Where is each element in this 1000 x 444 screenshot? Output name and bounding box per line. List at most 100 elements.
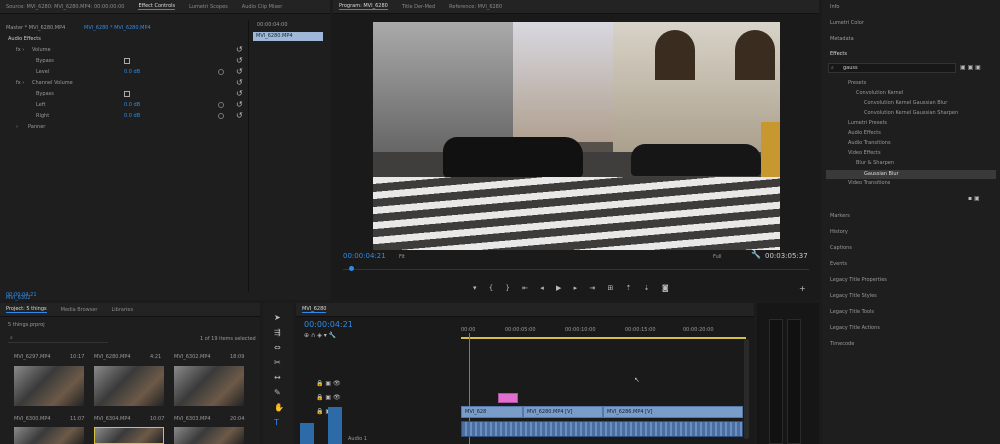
reset-icon[interactable]: ↺ xyxy=(236,100,243,110)
timecode-tab[interactable]: Timecode xyxy=(830,341,854,347)
item-name[interactable]: MVI_6304.MP4 xyxy=(94,416,131,422)
adjustment-clip[interactable] xyxy=(498,393,518,403)
track-target-a1[interactable] xyxy=(300,423,314,444)
quality-dropdown[interactable]: Full xyxy=(713,254,722,260)
metadata-tab[interactable]: Metadata xyxy=(830,36,854,42)
thumbnail[interactable] xyxy=(14,427,84,444)
timeline-tool-icons[interactable]: ⊕ ∩ ◈ ▾ 🔧 xyxy=(304,331,336,341)
hand-tool-icon[interactable]: ✋ xyxy=(274,403,284,413)
captions-tab[interactable]: Captions xyxy=(830,245,852,251)
mini-clip-bar[interactable]: MVI_6280.MP4 xyxy=(253,32,323,41)
ripple-edit-icon[interactable]: ⇔ xyxy=(274,343,281,353)
reset-icon[interactable]: ↺ xyxy=(236,56,243,66)
legacy-title-tools-tab[interactable]: Legacy Title Tools xyxy=(830,309,874,315)
effect-row[interactable]: Bypass ↺ xyxy=(0,56,330,66)
mark-out-icon[interactable]: } xyxy=(505,284,509,292)
sequence-clip-label[interactable]: MVI_6280 * MVI_6280.MP4 xyxy=(84,25,151,31)
type-tool-icon[interactable]: T xyxy=(274,418,279,428)
timeline-timecode[interactable]: 00:00:04:21 xyxy=(304,320,353,329)
step-back-icon[interactable]: ◂ xyxy=(540,284,544,292)
effect-row[interactable]: Level 0.0 dB ↺ xyxy=(0,67,330,77)
effects-search[interactable]: ⌕ gauss xyxy=(828,63,956,73)
thumbnail[interactable] xyxy=(94,366,164,406)
search-value[interactable]: gauss xyxy=(843,65,858,71)
effects-title[interactable]: Effects xyxy=(830,51,847,57)
effect-row[interactable]: Left 0.0 dB ↺ xyxy=(0,100,330,110)
video-clip[interactable]: MVI_6280.MP4 [V] xyxy=(523,406,603,418)
effect-row[interactable]: fx › Channel Volume ↺ xyxy=(0,78,330,88)
left-value[interactable]: 0.0 dB xyxy=(124,102,140,108)
legacy-title-styles-tab[interactable]: Legacy Title Styles xyxy=(830,293,877,299)
tab-reference[interactable]: Reference: MVI_6280 xyxy=(449,4,502,10)
effect-row[interactable]: › Panner xyxy=(0,122,330,132)
right-value[interactable]: 0.0 dB xyxy=(124,113,140,119)
thumbnail[interactable] xyxy=(14,366,84,406)
extract-icon[interactable]: ⇣ xyxy=(644,284,650,292)
tree-item-convolution-kernel[interactable]: Convolution Kernel xyxy=(856,90,903,96)
master-clip-label[interactable]: Master * MVI_6280.MP4 xyxy=(6,25,65,31)
effect-row[interactable]: Bypass ↺ xyxy=(0,89,330,99)
tree-item-video-transitions[interactable]: Video Transitions xyxy=(848,180,890,186)
program-video-frame[interactable] xyxy=(373,22,780,250)
tree-item-blur-sharpen[interactable]: Blur & Sharpen xyxy=(856,160,894,166)
reset-icon[interactable]: ↺ xyxy=(236,78,243,88)
add-button-icon[interactable]: + xyxy=(799,284,806,294)
audio-clip[interactable] xyxy=(461,421,743,437)
mark-in-icon[interactable]: { xyxy=(489,284,493,292)
tab-title[interactable]: Title Der-Med xyxy=(402,4,435,10)
item-name[interactable]: MVI_6303.MP4 xyxy=(174,416,211,422)
lift-icon[interactable]: ⇡ xyxy=(626,284,632,292)
selection-tool-icon[interactable]: ➤ xyxy=(274,313,281,323)
timeline-ruler[interactable]: 00:00 00:00:05:00 00:00:10:00 00:00:15:0… xyxy=(461,325,746,339)
info-panel-tab[interactable]: Info xyxy=(830,4,839,10)
goto-out-icon[interactable]: ⇥ xyxy=(589,284,595,292)
tree-item-audio-effects[interactable]: Audio Effects xyxy=(848,130,881,136)
export-frame-icon[interactable]: ◙ xyxy=(662,284,669,292)
item-name[interactable]: MVI_6280.MP4 xyxy=(94,354,131,360)
keyframe-toggle[interactable] xyxy=(218,102,224,108)
item-name[interactable]: MVI_6300.MP4 xyxy=(14,416,51,422)
thumbnail[interactable] xyxy=(94,427,164,444)
program-timecode[interactable]: 00:00:04:21 xyxy=(343,252,386,260)
wrench-icon[interactable]: 🔧 xyxy=(751,250,761,260)
keyframe-toggle[interactable] xyxy=(218,113,224,119)
tab-effect-controls[interactable]: Effect Controls xyxy=(138,3,176,10)
goto-in-icon[interactable]: ⇤ xyxy=(522,284,528,292)
legacy-title-actions-tab[interactable]: Legacy Title Actions xyxy=(830,325,880,331)
reset-icon[interactable]: ↺ xyxy=(236,89,243,99)
program-scrubber[interactable] xyxy=(343,266,809,271)
reset-icon[interactable]: ↺ xyxy=(236,45,243,55)
tree-item-lumetri-presets[interactable]: Lumetri Presets xyxy=(848,120,887,126)
pen-tool-icon[interactable]: ✎ xyxy=(274,388,281,398)
slip-tool-icon[interactable]: ↔ xyxy=(274,373,281,383)
track-select-icon[interactable]: ⇶ xyxy=(274,328,281,338)
insert-icon[interactable]: ⊞ xyxy=(608,284,614,292)
history-tab[interactable]: History xyxy=(830,229,848,235)
tree-item-audio-transitions[interactable]: Audio Transitions xyxy=(848,140,891,146)
project-search[interactable]: ⌕ xyxy=(8,334,108,343)
reset-icon[interactable]: ↺ xyxy=(236,111,243,121)
tab-lumetri-scopes[interactable]: Lumetri Scopes xyxy=(189,4,228,10)
tree-item-video-effects[interactable]: Video Effects xyxy=(848,150,881,156)
tab-audio-clip-mixer[interactable]: Audio Clip Mixer xyxy=(242,4,282,10)
level-value[interactable]: 0.0 dB xyxy=(124,69,140,75)
tab-project[interactable]: Project: 5 things xyxy=(6,306,47,313)
thumbnail[interactable] xyxy=(174,366,244,406)
tree-item-presets[interactable]: Presets xyxy=(848,80,866,86)
timeline-scrollbar[interactable] xyxy=(744,339,749,439)
accelerated-icon[interactable]: ▣ ▣ ▣ xyxy=(960,63,981,73)
events-tab[interactable]: Events xyxy=(830,261,847,267)
tree-item-gaussian-blur-selected[interactable]: Gaussian Blur xyxy=(826,170,996,179)
play-icon[interactable]: ▶ xyxy=(556,284,561,292)
item-name[interactable]: MVI_6302.MP4 xyxy=(174,354,211,360)
tab-source[interactable]: Source: MVI_6280: MVI_6280.MP4: 00:00:00… xyxy=(6,4,124,10)
bypass-checkbox[interactable] xyxy=(124,91,130,97)
legacy-title-properties-tab[interactable]: Legacy Title Properties xyxy=(830,277,887,283)
track-controls-icons[interactable]: 🔒 ▣ 👁 xyxy=(316,393,341,403)
lumetri-color-tab[interactable]: Lumetri Color xyxy=(830,20,864,26)
thumbnail[interactable] xyxy=(174,427,244,444)
razor-tool-icon[interactable]: ✂ xyxy=(274,358,281,368)
bypass-checkbox[interactable] xyxy=(124,58,130,64)
step-forward-icon[interactable]: ▸ xyxy=(574,284,578,292)
track-target-v1[interactable] xyxy=(328,407,342,444)
